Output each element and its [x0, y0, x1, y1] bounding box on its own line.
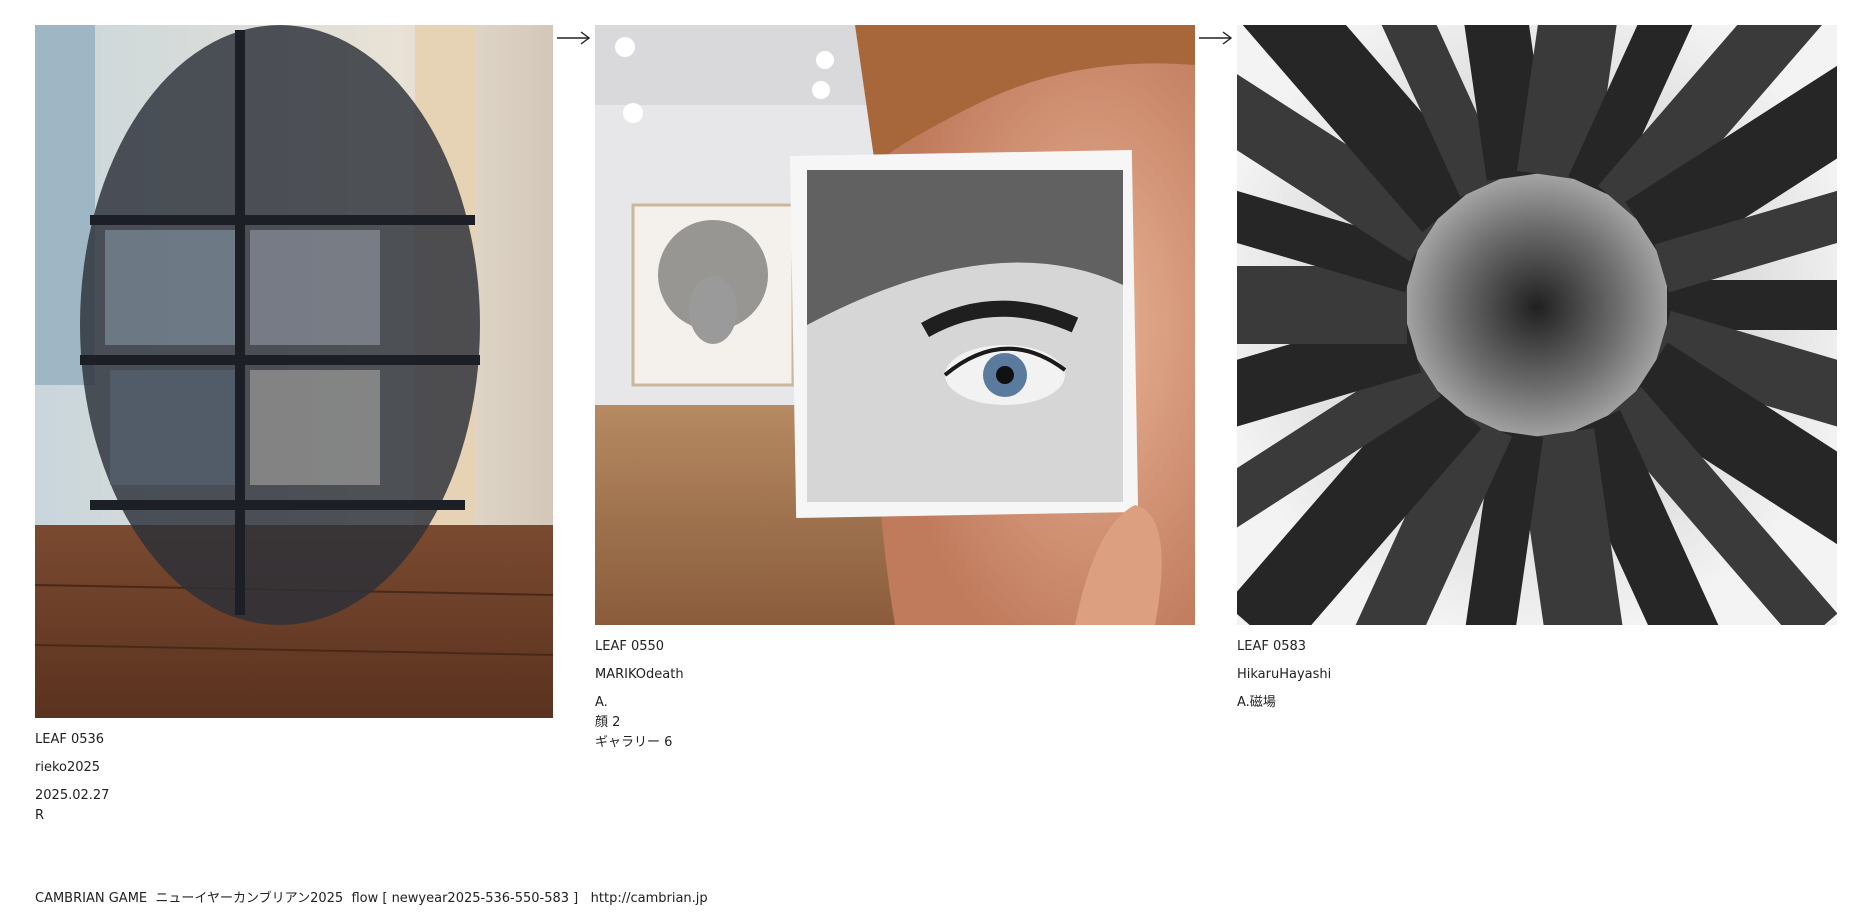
leaf-image-0536[interactable]	[35, 25, 553, 718]
leaf-author[interactable]: HikaruHayashi	[1237, 665, 1837, 685]
leaf-author[interactable]: MARIKOdeath	[595, 665, 1195, 685]
right-arrow-icon	[1195, 25, 1237, 45]
leaf-meta-0536: LEAF 0536 rieko2025 2025.02.27 R	[35, 730, 553, 826]
leaf-card-0536: LEAF 0536 rieko2025 2025.02.27 R	[35, 25, 553, 826]
leaf-id[interactable]: LEAF 0583	[1237, 637, 1837, 657]
leaf-line: 顔 2	[595, 715, 621, 730]
leaf-card-0583: LEAF 0583 HikaruHayashi A.磁場	[1237, 25, 1837, 713]
leaf-id[interactable]: LEAF 0550	[595, 637, 1195, 657]
leaf-image-0550[interactable]	[595, 25, 1195, 625]
leaf-line: ギャラリー 6	[595, 735, 673, 750]
leaf-image-0583[interactable]	[1237, 25, 1837, 625]
leaf-line: A.磁場	[1237, 695, 1276, 710]
leaf-id[interactable]: LEAF 0536	[35, 730, 553, 750]
footer-flow: flow [ newyear2025-536-550-583 ]	[351, 891, 579, 906]
leaf-card-0550: LEAF 0550 MARIKOdeath A. 顔 2 ギャラリー 6	[595, 25, 1195, 753]
leaf-flow: LEAF 0536 rieko2025 2025.02.27 R LEAF 05…	[35, 25, 1837, 826]
leaf-meta-0583: LEAF 0583 HikaruHayashi A.磁場	[1237, 637, 1837, 713]
leaf-meta-0550: LEAF 0550 MARIKOdeath A. 顔 2 ギャラリー 6	[595, 637, 1195, 753]
footer-game: CAMBRIAN GAME	[35, 891, 148, 906]
footer-url-link[interactable]: http://cambrian.jp	[591, 891, 708, 906]
leaf-line: A.	[595, 695, 608, 710]
footer-event: ニューイヤーカンブリアン2025	[155, 891, 344, 906]
leaf-note: R	[35, 808, 45, 823]
leaf-date: 2025.02.27	[35, 788, 110, 803]
leaf-author[interactable]: rieko2025	[35, 758, 553, 778]
page-footer: CAMBRIAN GAME ニューイヤーカンブリアン2025 flow [ ne…	[35, 887, 708, 906]
right-arrow-icon	[553, 25, 595, 45]
